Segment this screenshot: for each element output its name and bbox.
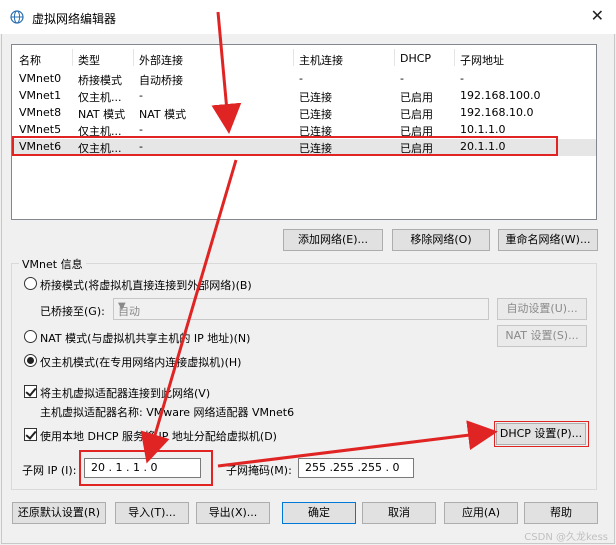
cell-type: 桥接模式 [78,74,122,87]
connect-adapter-checkbox[interactable] [24,385,37,398]
connect-adapter-label[interactable]: 将主机虚拟适配器连接到此网络(V) [40,385,210,401]
cell-name: VMnet5 [19,123,62,136]
cell-dhcp: 已启用 [400,91,433,104]
cell-host: - [299,72,303,85]
hostonly-mode-radio[interactable] [24,354,37,367]
globe-icon [10,10,24,24]
export-button[interactable]: 导出(X)... [196,502,270,524]
bridge-mode-radio[interactable] [24,277,37,290]
nat-settings-button[interactable]: NAT 设置(S)... [497,325,587,347]
cell-host: 已连接 [299,108,332,121]
column-header-name[interactable]: 名称 [19,52,41,68]
restore-defaults-button[interactable]: 还原默认设置(R) [12,502,106,524]
rename-network-button[interactable]: 重命名网络(W)... [498,229,598,251]
watermark-text: CSDN @久龙kess [524,532,608,543]
subnet-mask-label: 子网掩码(M): [226,464,292,477]
cell-subnet: 192.168.100.0 [460,89,541,102]
cell-dhcp: - [400,72,404,85]
cell-name: VMnet8 [19,106,62,119]
cell-type: NAT 模式 [78,108,126,121]
dhcp-highlight-box [494,421,589,447]
adapter-name-text: 主机虚拟适配器名称: VMware 网络适配器 VMnet6 [40,406,295,419]
column-header-host[interactable]: 主机连接 [299,52,343,68]
row-highlight-box [12,136,558,156]
chevron-down-icon: ▼ [118,301,126,312]
table-row[interactable]: VMnet1 仅主机... - 已连接 已启用 192.168.100.0 [12,88,596,105]
subnet-ip-highlight-box [79,450,213,486]
auto-settings-button[interactable]: 自动设置(U)... [497,298,587,320]
ok-button[interactable]: 确定 [282,502,356,524]
bridged-to-select[interactable]: 自动 ▼ [113,298,489,320]
help-button[interactable]: 帮助 [524,502,598,524]
cell-type: 仅主机... [78,91,122,104]
cell-subnet: - [460,72,464,85]
title-bar: 虚拟网络编辑器 ✕ [0,0,616,34]
dhcp-checkbox[interactable] [24,428,37,441]
dhcp-label[interactable]: 使用本地 DHCP 服务将 IP 地址分配给虚拟机(D) [40,428,277,444]
vmnet-info-title: VMnet 信息 [19,256,86,272]
cancel-button[interactable]: 取消 [362,502,436,524]
nat-mode-label[interactable]: NAT 模式(与虚拟机共享主机的 IP 地址)(N) [40,330,250,346]
cell-dhcp: 已启用 [400,108,433,121]
cell-external: 自动桥接 [139,74,183,87]
column-header-subnet[interactable]: 子网地址 [460,52,504,68]
cell-external: - [139,89,143,102]
table-header: 名称 类型 外部连接 主机连接 DHCP 子网地址 [12,45,596,69]
cell-name: VMnet1 [19,89,62,102]
table-row[interactable]: VMnet8 NAT 模式 NAT 模式 已连接 已启用 192.168.10.… [12,105,596,122]
nat-mode-radio[interactable] [24,330,37,343]
add-network-button[interactable]: 添加网络(E)... [283,229,383,251]
network-list[interactable]: 名称 类型 外部连接 主机连接 DHCP 子网地址 VMnet0 桥接模式 自动… [11,44,597,220]
apply-button[interactable]: 应用(A) [444,502,518,524]
bridged-to-label: 已桥接至(G): [40,305,105,318]
subnet-ip-label: 子网 IP (I): [22,464,77,477]
close-icon[interactable]: ✕ [591,6,604,25]
cell-subnet: 10.1.1.0 [460,123,506,136]
cell-external: - [139,123,143,136]
cell-subnet: 192.168.10.0 [460,106,534,119]
cell-name: VMnet0 [19,72,62,85]
column-header-type[interactable]: 类型 [78,52,100,68]
import-button[interactable]: 导入(T)... [115,502,189,524]
bridge-mode-label[interactable]: 桥接模式(将虚拟机直接连接到外部网络)(B) [40,277,252,293]
cell-host: 已连接 [299,91,332,104]
remove-network-button[interactable]: 移除网络(O) [392,229,490,251]
cell-external: NAT 模式 [139,108,187,121]
window-title: 虚拟网络编辑器 [32,12,117,26]
column-header-external[interactable]: 外部连接 [139,52,183,68]
column-header-dhcp[interactable]: DHCP [400,52,431,65]
hostonly-mode-label[interactable]: 仅主机模式(在专用网络内连接虚拟机)(H) [40,354,241,370]
table-row[interactable]: VMnet0 桥接模式 自动桥接 - - - [12,71,596,88]
subnet-mask-input[interactable]: 255 .255 .255 . 0 [298,458,414,478]
